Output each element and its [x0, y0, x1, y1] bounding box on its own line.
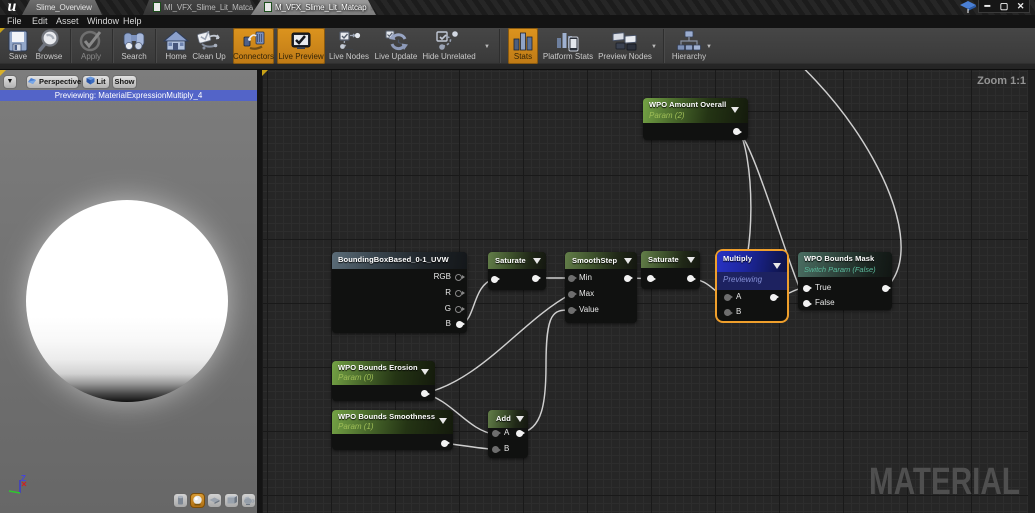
svg-text:Z: Z: [21, 474, 26, 483]
